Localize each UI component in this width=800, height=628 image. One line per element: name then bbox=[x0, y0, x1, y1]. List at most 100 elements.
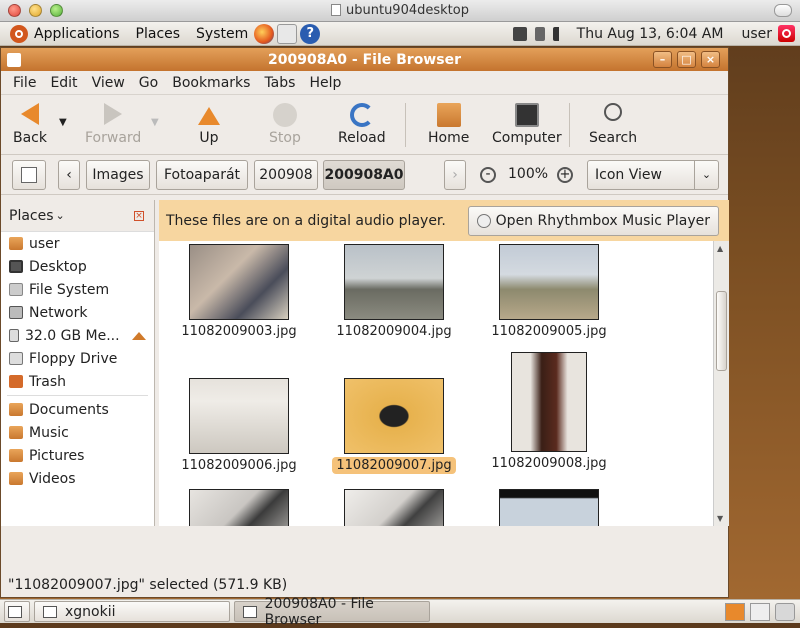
clock[interactable]: Thu Aug 13, 6:04 AM bbox=[577, 26, 724, 42]
help-launcher-icon[interactable]: ? bbox=[300, 23, 321, 44]
trash-applet-icon[interactable] bbox=[775, 602, 795, 621]
menu-go[interactable]: Go bbox=[139, 75, 158, 91]
file-item-selected[interactable]: 11082009007.jpg bbox=[329, 378, 459, 474]
sidebar-item-music[interactable]: Music bbox=[1, 421, 154, 444]
toggle-location-entry-button[interactable] bbox=[12, 160, 46, 190]
back-history-dropdown-icon[interactable]: ▼ bbox=[59, 117, 67, 128]
places-menu[interactable]: Places bbox=[136, 26, 181, 42]
network-status-icon[interactable] bbox=[512, 26, 527, 41]
file-view: These files are on a digital audio playe… bbox=[159, 200, 729, 526]
chevron-down-icon[interactable]: ⌄ bbox=[56, 209, 65, 222]
open-rhythmbox-button[interactable]: Open Rhythmbox Music Player bbox=[467, 205, 719, 236]
applications-menu[interactable]: Applications bbox=[34, 26, 120, 42]
menu-file[interactable]: File bbox=[13, 75, 36, 91]
forward-history-dropdown-icon[interactable]: ▼ bbox=[151, 117, 159, 128]
file-item[interactable] bbox=[484, 489, 614, 526]
menu-tabs[interactable]: Tabs bbox=[264, 75, 295, 91]
taskbar-item-xgnokii[interactable]: xgnokii bbox=[34, 601, 230, 622]
up-button[interactable]: Up bbox=[198, 107, 220, 146]
file-item[interactable] bbox=[329, 489, 459, 526]
maximize-button[interactable]: □ bbox=[677, 51, 696, 68]
host-window-titlebar: ubuntu904desktop bbox=[0, 0, 800, 22]
host-window-title: ubuntu904desktop bbox=[346, 3, 469, 18]
menu-view[interactable]: View bbox=[92, 75, 125, 91]
places-sidebar: Places ⌄ × user Desktop File System Netw… bbox=[1, 200, 155, 526]
sidebar-item-floppy-drive[interactable]: Floppy Drive bbox=[1, 347, 154, 370]
sidebar-type-selector[interactable]: Places bbox=[9, 208, 54, 224]
path-button-images[interactable]: Images bbox=[86, 160, 150, 190]
up-arrow-icon bbox=[198, 107, 220, 125]
scrollbar-thumb[interactable] bbox=[716, 291, 727, 371]
sidebar-item-file-system[interactable]: File System bbox=[1, 278, 154, 301]
zoom-out-icon[interactable]: - bbox=[480, 167, 496, 183]
home-folder-icon bbox=[9, 237, 23, 250]
sidebar-item-videos[interactable]: Videos bbox=[1, 467, 154, 490]
keyboard-icon[interactable] bbox=[534, 26, 545, 41]
file-item[interactable]: 11082009005.jpg bbox=[484, 244, 614, 340]
menu-edit[interactable]: Edit bbox=[50, 75, 77, 91]
volume-icon[interactable] bbox=[552, 26, 565, 41]
computer-button[interactable]: Computer bbox=[492, 103, 562, 146]
sidebar-item-pictures[interactable]: Pictures bbox=[1, 444, 154, 467]
system-menu[interactable]: System bbox=[196, 26, 248, 42]
firefox-launcher-icon[interactable] bbox=[254, 23, 275, 44]
filesystem-icon bbox=[9, 283, 23, 296]
sidebar-item-user[interactable]: user bbox=[1, 232, 154, 255]
file-item[interactable]: 11082009004.jpg bbox=[329, 244, 459, 340]
vertical-scrollbar[interactable]: ▲ ▼ bbox=[713, 241, 729, 526]
folder-icon bbox=[9, 472, 23, 485]
view-mode-select[interactable]: Icon View ⌄ bbox=[587, 160, 719, 190]
back-button[interactable]: Back bbox=[13, 103, 47, 146]
path-scroll-left-button[interactable]: ‹ bbox=[58, 160, 80, 190]
file-item[interactable]: 11082009003.jpg bbox=[174, 244, 304, 340]
show-desktop-icon bbox=[8, 605, 22, 618]
zoom-in-icon[interactable]: + bbox=[557, 167, 573, 183]
forward-button[interactable]: Forward bbox=[85, 103, 141, 146]
reload-button[interactable]: Reload bbox=[338, 103, 386, 146]
user-switcher[interactable]: user bbox=[741, 26, 772, 42]
eject-icon[interactable] bbox=[132, 331, 146, 340]
image-thumbnail bbox=[499, 489, 599, 526]
scroll-down-arrow-icon[interactable]: ▼ bbox=[717, 514, 723, 523]
sidebar-item-trash[interactable]: Trash bbox=[1, 370, 154, 393]
file-item[interactable]: 11082009008.jpg bbox=[484, 352, 614, 472]
close-button[interactable]: × bbox=[701, 51, 720, 68]
sidebar-item-network[interactable]: Network bbox=[1, 301, 154, 324]
toolbar-toggle-button[interactable] bbox=[774, 4, 792, 17]
desktop-icon bbox=[9, 260, 23, 273]
workspace-switcher-2[interactable] bbox=[750, 602, 770, 621]
home-button[interactable]: Home bbox=[428, 103, 469, 146]
computer-icon bbox=[514, 103, 539, 127]
close-sidebar-icon[interactable]: × bbox=[134, 210, 144, 221]
search-button[interactable]: Search bbox=[589, 103, 637, 146]
mail-launcher-icon[interactable] bbox=[277, 23, 298, 44]
sidebar-divider bbox=[7, 395, 148, 396]
path-button-200908[interactable]: 200908 bbox=[254, 160, 318, 190]
image-thumbnail bbox=[189, 489, 289, 526]
sidebar-item-media-card[interactable]: 32.0 GB Me... bbox=[1, 324, 154, 347]
path-button-fotoaparat[interactable]: Fotoaparát bbox=[156, 160, 248, 190]
workspace-switcher-1[interactable] bbox=[725, 602, 745, 621]
image-thumbnail bbox=[344, 244, 444, 320]
power-icon[interactable] bbox=[778, 25, 795, 42]
minimize-button[interactable]: – bbox=[653, 51, 672, 68]
location-bar: ‹ Images Fotoaparát 200908 200908A0 › - … bbox=[1, 155, 728, 195]
file-item[interactable] bbox=[174, 489, 304, 526]
sidebar-item-desktop[interactable]: Desktop bbox=[1, 255, 154, 278]
status-bar: "11082009007.jpg" selected (571.9 KB) bbox=[8, 577, 288, 593]
menu-help[interactable]: Help bbox=[309, 75, 341, 91]
show-desktop-button[interactable] bbox=[4, 601, 30, 622]
sidebar-item-documents[interactable]: Documents bbox=[1, 398, 154, 421]
path-scroll-right-button[interactable]: › bbox=[444, 160, 466, 190]
path-button-200908a0[interactable]: 200908A0 bbox=[323, 160, 405, 190]
file-item[interactable]: 11082009006.jpg bbox=[174, 378, 304, 474]
taskbar-item-file-browser[interactable]: 200908A0 - File Browser bbox=[234, 596, 430, 628]
folder-icon bbox=[9, 449, 23, 462]
menu-bookmarks[interactable]: Bookmarks bbox=[172, 75, 250, 91]
forward-arrow-icon bbox=[104, 103, 123, 125]
scroll-up-arrow-icon[interactable]: ▲ bbox=[717, 244, 723, 253]
stop-button[interactable]: Stop bbox=[269, 103, 301, 146]
search-icon bbox=[604, 103, 623, 121]
zoom-level[interactable]: 100% bbox=[508, 166, 548, 182]
folder-icon bbox=[9, 426, 23, 439]
